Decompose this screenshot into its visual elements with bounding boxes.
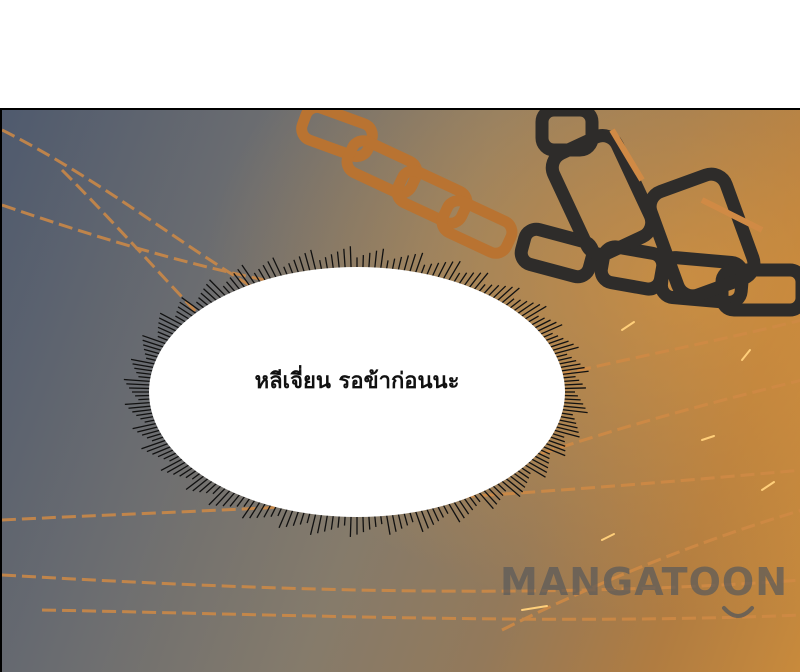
watermark-text: MANGATOON (500, 560, 789, 604)
mangatoon-watermark: MANGATOON (500, 560, 800, 640)
smile-icon (722, 606, 754, 618)
comic-panel: หลีเจี่ยน รอข้าก่อนนะ MANGATOON (0, 108, 800, 672)
comic-page: หลีเจี่ยน รอข้าก่อนนะ MANGATOON (0, 0, 800, 672)
speech-bubble-text: หลีเจี่ยน รอข้าก่อนนะ (254, 369, 460, 394)
